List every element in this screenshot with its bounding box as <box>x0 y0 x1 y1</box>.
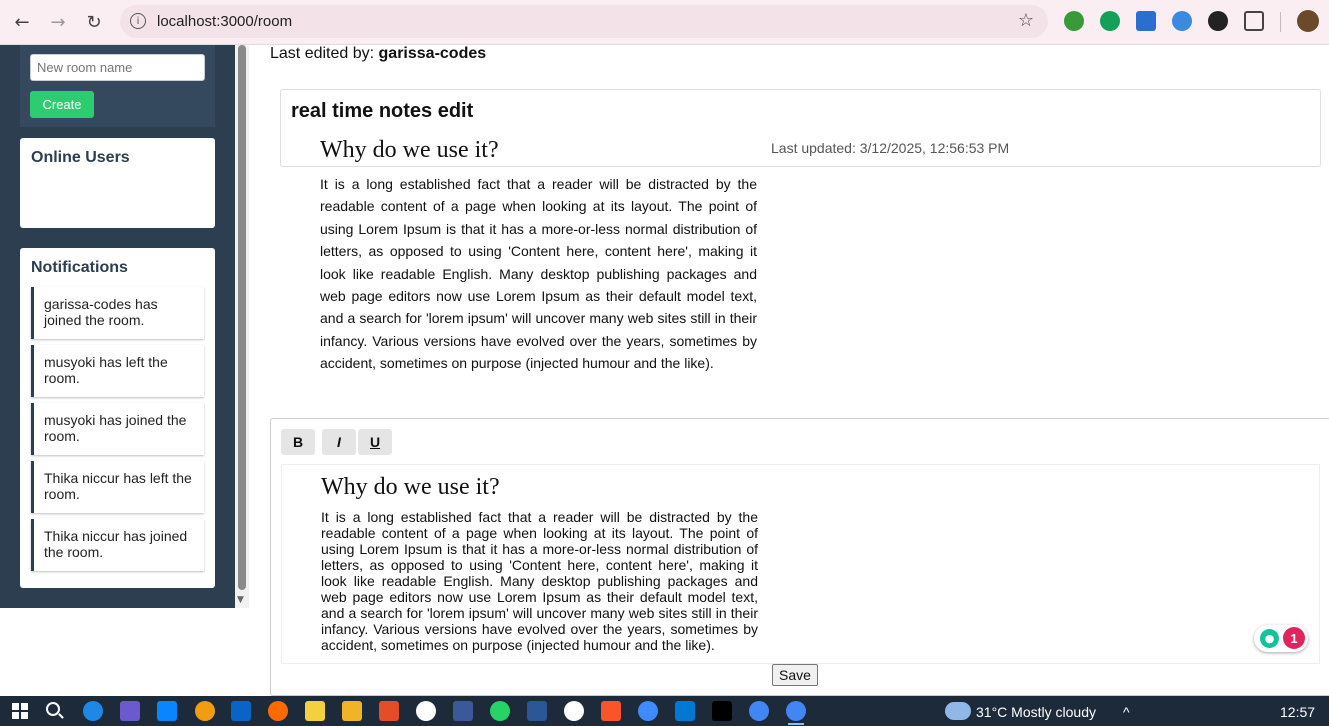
weather-cloud-icon[interactable] <box>945 702 971 720</box>
sticky-notes-icon[interactable] <box>305 701 325 721</box>
windows-taskbar: 31°C Mostly cloudy ^ 12:57 <box>0 696 1329 726</box>
grammarly-count-badge[interactable]: 1 <box>1283 627 1305 649</box>
brave-icon[interactable] <box>601 701 621 721</box>
save-button[interactable]: Save <box>772 664 818 686</box>
grammarly-bulb-icon[interactable]: ● <box>1260 629 1279 648</box>
star-icon[interactable]: ☆ <box>1018 10 1034 31</box>
clock-time[interactable]: 12:57 <box>1280 704 1315 720</box>
windows-start-icon[interactable] <box>12 703 28 719</box>
last-edited-label: Last edited by: <box>270 45 375 62</box>
chrome-icon[interactable] <box>749 701 769 721</box>
extensions-puzzle-icon[interactable] <box>1244 11 1264 31</box>
url-text[interactable]: localhost:3000/room <box>157 13 292 30</box>
notifications-panel: Notifications garissa-codes has joined t… <box>20 248 215 588</box>
active-window-indicator <box>788 723 804 725</box>
online-users-title: Online Users <box>31 149 130 166</box>
back-icon[interactable]: ← <box>10 10 34 34</box>
site-info-icon[interactable]: i <box>130 13 146 29</box>
address-bar[interactable]: i localhost:3000/room ☆ <box>120 5 1048 38</box>
profile-avatar[interactable] <box>1297 10 1319 32</box>
new-room-input[interactable] <box>30 54 205 81</box>
last-edited-user: garissa-codes <box>378 45 487 62</box>
grammarly-widget[interactable]: ● 1 <box>1254 625 1308 652</box>
file-explorer-icon[interactable] <box>342 701 362 721</box>
edge-icon[interactable] <box>83 701 103 721</box>
chrome-active-icon[interactable] <box>786 701 806 721</box>
app-icon[interactable] <box>712 701 732 721</box>
notifications-title: Notifications <box>31 259 128 276</box>
reload-icon[interactable]: ↻ <box>82 10 106 34</box>
browser-toolbar: ← → ↻ i localhost:3000/room ☆ <box>0 0 1329 45</box>
app-icon[interactable] <box>195 701 215 721</box>
app-icon[interactable] <box>564 701 584 721</box>
vscode-icon[interactable] <box>675 701 695 721</box>
last-edited-info: Last edited by: garissa-codes <box>270 45 486 63</box>
forward-icon[interactable]: → <box>46 10 70 34</box>
create-room-button[interactable]: Create <box>30 91 94 118</box>
scroll-down-arrow-icon[interactable]: ▼ <box>237 595 244 605</box>
whatsapp-icon[interactable] <box>490 701 510 721</box>
read-aloud-extension-icon[interactable] <box>1172 11 1192 31</box>
app-icon[interactable] <box>638 701 658 721</box>
store-icon[interactable] <box>157 701 177 721</box>
notification-item: Thika niccur has left the room. <box>31 461 204 513</box>
no-users-text: No users online <box>31 183 129 199</box>
notification-item: musyoki has left the room. <box>31 345 204 397</box>
weather-text[interactable]: 31°C Mostly cloudy <box>976 704 1096 720</box>
tray-chevron-up-icon[interactable]: ^ <box>1123 704 1130 720</box>
search-icon[interactable] <box>46 702 60 716</box>
wordpress-extension-icon[interactable] <box>1208 11 1228 31</box>
extension-icon[interactable] <box>1064 11 1084 31</box>
copilot-icon[interactable] <box>120 701 140 721</box>
toolbar-divider <box>1280 12 1281 32</box>
firefox-icon[interactable] <box>268 701 288 721</box>
editor-heading[interactable]: Why do we use it? <box>321 474 500 501</box>
underline-button[interactable]: U <box>358 429 392 455</box>
italic-button[interactable]: I <box>322 429 356 455</box>
notification-item: musyoki has joined the room. <box>31 403 204 455</box>
grammarly-extension-icon[interactable] <box>1100 11 1120 31</box>
note-heading: Why do we use it? <box>320 137 499 163</box>
notification-item: garissa-codes has joined the room. <box>31 287 204 339</box>
note-body: It is a long established fact that a rea… <box>320 176 757 372</box>
bold-button[interactable]: B <box>281 429 315 455</box>
notification-item: Thika niccur has joined the room. <box>31 519 204 571</box>
sidebar-scrollbar[interactable]: ▼ <box>235 45 249 608</box>
app-icon[interactable] <box>453 701 473 721</box>
scrollbar-thumb[interactable] <box>238 45 246 590</box>
note-title: real time notes edit <box>291 100 474 122</box>
powershell-icon[interactable] <box>527 701 547 721</box>
html-icon[interactable] <box>379 701 399 721</box>
outlook-icon[interactable] <box>231 701 251 721</box>
online-users-panel: Online Users No users online <box>20 138 215 228</box>
github-icon[interactable] <box>416 701 436 721</box>
editor-body[interactable]: It is a long established fact that a rea… <box>321 509 758 653</box>
last-updated-text: Last updated: 3/12/2025, 12:56:53 PM <box>771 140 1010 156</box>
bing-extension-icon[interactable] <box>1136 11 1156 31</box>
